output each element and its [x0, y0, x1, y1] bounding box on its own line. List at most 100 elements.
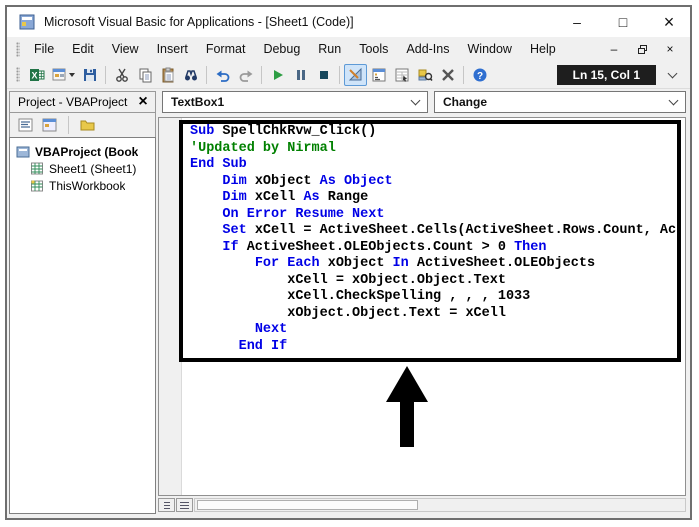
project-panel-header: Project - VBAProject ×: [9, 91, 156, 113]
redo-button[interactable]: [234, 64, 257, 86]
menu-item-help[interactable]: Help: [521, 39, 565, 59]
cut-icon: [114, 67, 130, 83]
tree-item-vbaproject-book[interactable]: VBAProject (Book: [10, 143, 155, 160]
mdi-minimize-button[interactable]: –: [604, 41, 624, 58]
reset-button[interactable]: [312, 64, 335, 86]
mdi-restore-button[interactable]: [632, 41, 652, 58]
toolbar-separator: [68, 116, 69, 134]
project-explorer-icon: [371, 67, 387, 83]
cut-button[interactable]: [110, 64, 133, 86]
design-mode-button[interactable]: [344, 64, 367, 86]
chevron-down-icon: [411, 96, 421, 106]
menu-grip-icon[interactable]: [16, 42, 20, 57]
horizontal-scrollbar[interactable]: [194, 498, 686, 512]
menu-item-run[interactable]: Run: [309, 39, 350, 59]
scrollbar-thumb[interactable]: [197, 500, 418, 510]
tree-item-label: ThisWorkbook: [49, 179, 125, 193]
toolbar-grip-icon[interactable]: [16, 67, 20, 82]
vba-editor-window: Microsoft Visual Basic for Applications …: [5, 5, 692, 520]
save-button[interactable]: [78, 64, 101, 86]
find-icon: [183, 67, 199, 83]
folder-icon: [80, 118, 95, 132]
full-module-view-button[interactable]: [176, 498, 193, 512]
toolbox-button[interactable]: [436, 64, 459, 86]
object-browser-button[interactable]: [413, 64, 436, 86]
menu-item-edit[interactable]: Edit: [63, 39, 103, 59]
undo-icon: [215, 67, 231, 83]
copy-button[interactable]: [133, 64, 156, 86]
tree-item-label: VBAProject (Book: [35, 145, 138, 159]
close-button[interactable]: ×: [654, 10, 684, 34]
menu-item-debug[interactable]: Debug: [254, 39, 309, 59]
menu-item-insert[interactable]: Insert: [148, 39, 197, 59]
paste-icon: [160, 67, 176, 83]
break-button[interactable]: [289, 64, 312, 86]
code-line: Dim xObject As Object: [190, 174, 676, 191]
chevron-down-icon: [669, 96, 679, 106]
project-explorer-button[interactable]: [367, 64, 390, 86]
toolbar-separator: [206, 66, 207, 84]
view-microsoft-excel-button[interactable]: X: [25, 64, 48, 86]
find-button[interactable]: [179, 64, 202, 86]
tree-item-thisworkbook[interactable]: ThisWorkbook: [10, 177, 155, 194]
object-combobox[interactable]: TextBox1: [162, 91, 428, 113]
code-editor[interactable]: Sub SpellChkRvw_Click()'Updated by Nirma…: [158, 117, 686, 496]
full-module-view-icon: [180, 502, 189, 509]
project-panel-toolbar: [9, 113, 156, 137]
code-line: End Sub: [190, 157, 676, 174]
menu-item-window[interactable]: Window: [459, 39, 521, 59]
line-col-status: Ln 15, Col 1: [557, 65, 656, 85]
run-button[interactable]: [266, 64, 289, 86]
annotation-arrow-stem: [400, 401, 414, 447]
toggle-folders-button[interactable]: [78, 116, 97, 135]
copy-icon: [137, 67, 153, 83]
maximize-button[interactable]: □: [608, 10, 638, 34]
toolbar-overflow-button[interactable]: [664, 65, 680, 85]
toolbar-separator: [463, 66, 464, 84]
editor-bottom-bar: [158, 498, 686, 512]
undo-button[interactable]: [211, 64, 234, 86]
chevron-down-icon: [667, 68, 677, 78]
project-explorer-panel: Project - VBAProject × VBAProject (Book S…: [9, 91, 156, 514]
help-icon: ?: [472, 67, 488, 83]
menu-item-add-ins[interactable]: Add-Ins: [397, 39, 458, 59]
redo-icon: [238, 67, 254, 83]
menu-item-file[interactable]: File: [25, 39, 63, 59]
minimize-button[interactable]: –: [562, 10, 592, 34]
project-panel-close-button[interactable]: ×: [134, 93, 152, 111]
project-icon: [16, 145, 32, 159]
help-button[interactable]: ?: [468, 64, 491, 86]
code-window: TextBox1 Change Sub SpellChkRvw_Click()'…: [158, 91, 686, 512]
mdi-close-button[interactable]: ×: [660, 41, 680, 58]
procedure-combobox-value: Change: [443, 95, 487, 109]
view-object-button[interactable]: [40, 116, 59, 135]
procedure-combobox[interactable]: Change: [434, 91, 686, 113]
code-line: Sub SpellChkRvw_Click(): [190, 124, 676, 141]
code-line: Next: [190, 322, 676, 339]
svg-text:?: ?: [476, 71, 482, 82]
properties-window-icon: [394, 67, 410, 83]
excel-icon: X: [29, 67, 45, 83]
paste-button[interactable]: [156, 64, 179, 86]
view-object-icon: [42, 118, 57, 132]
annotation-arrow-icon: [386, 366, 428, 402]
tree-item-label: Sheet1 (Sheet1): [49, 162, 136, 176]
properties-window-button[interactable]: [390, 64, 413, 86]
standard-toolbar: X: [7, 61, 690, 89]
menu-item-format[interactable]: Format: [197, 39, 255, 59]
workbook-icon: [30, 179, 46, 193]
menu-items: FileEditViewInsertFormatDebugRunToolsAdd…: [25, 39, 565, 59]
menu-item-view[interactable]: View: [103, 39, 148, 59]
object-combobox-value: TextBox1: [171, 95, 224, 109]
tree-item-sheet1-sheet1[interactable]: Sheet1 (Sheet1): [10, 160, 155, 177]
menu-item-tools[interactable]: Tools: [350, 39, 397, 59]
userform-icon: [51, 67, 67, 83]
procedure-view-button[interactable]: [158, 498, 175, 512]
view-code-icon: [18, 118, 33, 132]
mdi-window-controls: – ×: [604, 41, 686, 58]
code-line: End If: [190, 339, 676, 356]
view-code-button[interactable]: [16, 116, 35, 135]
insert-userform-button[interactable]: [48, 64, 78, 86]
main-area: Project - VBAProject × VBAProject (Book S…: [7, 89, 690, 518]
code-line: xObject.Object.Text = xCell: [190, 306, 676, 323]
